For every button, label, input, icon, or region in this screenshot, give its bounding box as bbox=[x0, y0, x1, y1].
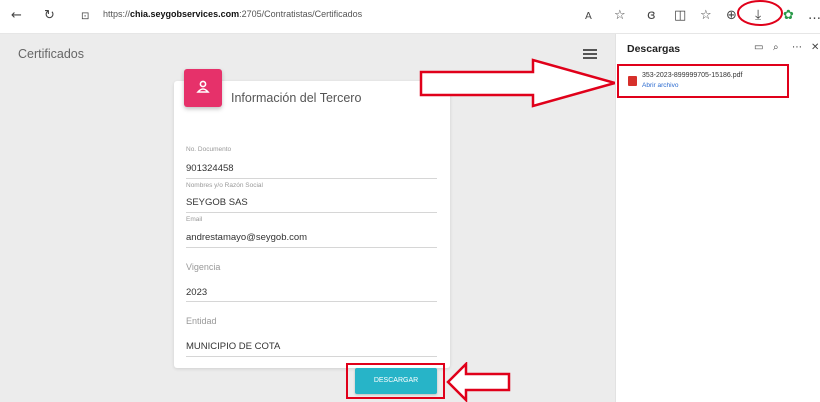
lock-icon[interactable]: ⊡ bbox=[81, 9, 89, 25]
page-title: Certificados bbox=[18, 47, 84, 61]
card-title: Información del Tercero bbox=[231, 91, 362, 105]
downloads-title: Descargas bbox=[627, 43, 681, 55]
more-options-icon[interactable]: ⋯ bbox=[792, 42, 802, 53]
name-label: Nombres y/o Razón Social bbox=[186, 182, 263, 189]
back-arrow-icon[interactable]: ← bbox=[11, 8, 22, 24]
copilot-icon[interactable]: ɞ bbox=[647, 8, 656, 24]
email-value: andrestamayo@seygob.com bbox=[186, 232, 308, 243]
user-avatar-icon bbox=[184, 69, 222, 107]
doc-value: 901324458 bbox=[186, 163, 234, 174]
read-aloud-icon[interactable]: A bbox=[585, 9, 592, 25]
entidad-label: Entidad bbox=[186, 316, 217, 326]
download-annotation-arrow bbox=[419, 58, 620, 108]
search-icon[interactable]: ⌕ bbox=[773, 42, 779, 53]
button-annotation-arrow bbox=[446, 362, 511, 402]
refresh-icon[interactable]: ↻ bbox=[44, 8, 55, 24]
vigencia-label: Vigencia bbox=[186, 262, 221, 272]
name-underline bbox=[186, 212, 437, 213]
browser-toolbar: ← ↻ ⊡ https://chia.seygobservices.com:27… bbox=[0, 0, 820, 34]
vigencia-value: 2023 bbox=[186, 287, 208, 298]
open-folder-icon[interactable]: ▭ bbox=[754, 42, 763, 53]
open-file-link[interactable]: Abrir archivo bbox=[642, 82, 678, 89]
entidad-underline bbox=[186, 356, 437, 357]
download-annotation-ellipse bbox=[737, 0, 783, 26]
email-label: Email bbox=[186, 216, 203, 223]
more-icon[interactable]: … bbox=[808, 8, 820, 24]
name-value: SEYGOB SAS bbox=[186, 197, 248, 208]
file-annotation-box bbox=[617, 64, 789, 98]
downloaded-file-name[interactable]: 353-2023-899999705-15186.pdf bbox=[642, 72, 742, 79]
pin-icon[interactable]: ✕ bbox=[811, 42, 819, 53]
split-screen-icon[interactable]: ◫ bbox=[674, 8, 686, 24]
favorite-star-icon[interactable]: ☆ bbox=[614, 8, 626, 24]
entidad-value: MUNICIPIO DE COTA bbox=[186, 341, 281, 352]
doc-underline bbox=[186, 178, 437, 179]
favorites-icon[interactable]: ☆ bbox=[700, 8, 712, 24]
pdf-file-icon bbox=[628, 76, 637, 86]
doc-label: No. Documento bbox=[186, 146, 232, 153]
download-button[interactable]: DESCARGAR bbox=[355, 368, 437, 394]
address-bar[interactable]: https://chia.seygobservices.com:2705/Con… bbox=[103, 9, 362, 19]
email-underline bbox=[186, 247, 437, 248]
vigencia-underline bbox=[186, 301, 437, 302]
